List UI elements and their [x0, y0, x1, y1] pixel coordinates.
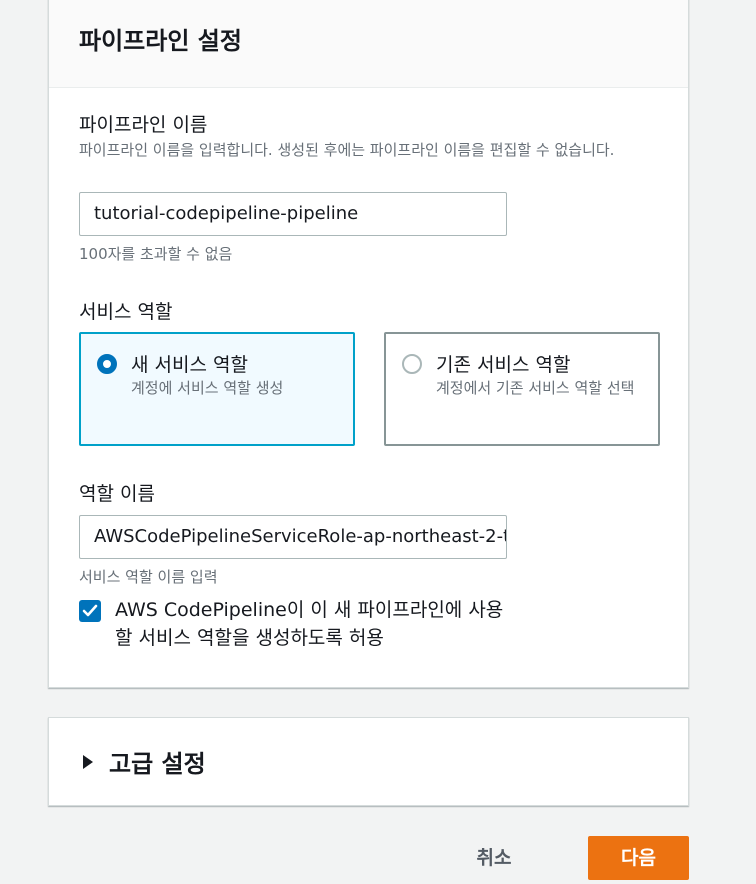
existing-service-role-tile[interactable]: 기존 서비스 역할 계정에서 기존 서비스 역할 선택	[384, 332, 660, 446]
service-role-label: 서비스 역할	[79, 301, 173, 323]
panel-title: 파이프라인 설정	[79, 27, 242, 55]
radio-unselected-icon[interactable]	[402, 354, 422, 374]
checkmark-icon	[82, 604, 98, 617]
allow-role-checkbox-label: AWS CodePipeline이 이 새 파이프라인에 사용할 서비스 역할을…	[115, 599, 504, 649]
existing-service-role-description: 계정에서 기존 서비스 역할 선택	[436, 379, 635, 397]
radio-selected-icon[interactable]	[97, 354, 117, 374]
pipeline-name-description: 파이프라인 이름을 입력합니다. 생성된 후에는 파이프라인 이름을 편집할 수…	[79, 141, 615, 159]
pipeline-name-input[interactable]: tutorial-codepipeline-pipeline	[79, 192, 507, 236]
pipeline-settings-panel: 파이프라인 설정 파이프라인 이름 파이프라인 이름을 입력합니다. 생성된 후…	[48, 0, 689, 688]
advanced-settings-title: 고급 설정	[109, 750, 206, 778]
advanced-settings-panel[interactable]: 고급 설정	[48, 717, 689, 806]
pipeline-name-constraint: 100자를 초과할 수 없음	[79, 245, 233, 263]
new-service-role-title: 새 서비스 역할	[131, 354, 248, 376]
new-service-role-description: 계정에 서비스 역할 생성	[131, 379, 284, 397]
pipeline-name-label: 파이프라인 이름	[79, 114, 208, 136]
existing-service-role-title: 기존 서비스 역할	[436, 354, 571, 376]
allow-role-checkbox[interactable]	[79, 600, 101, 622]
new-service-role-tile[interactable]: 새 서비스 역할 계정에 서비스 역할 생성	[79, 332, 355, 446]
role-name-label: 역할 이름	[79, 483, 155, 505]
panel-header: 파이프라인 설정	[49, 0, 688, 88]
role-name-input[interactable]: AWSCodePipelineServiceRole-ap-northeast-…	[79, 515, 507, 559]
cancel-button[interactable]: 취소	[466, 838, 522, 880]
role-name-hint: 서비스 역할 이름 입력	[79, 568, 218, 586]
caret-right-icon	[83, 754, 93, 769]
advanced-settings-toggle[interactable]: 고급 설정	[83, 744, 206, 779]
next-button[interactable]: 다음	[588, 836, 689, 880]
